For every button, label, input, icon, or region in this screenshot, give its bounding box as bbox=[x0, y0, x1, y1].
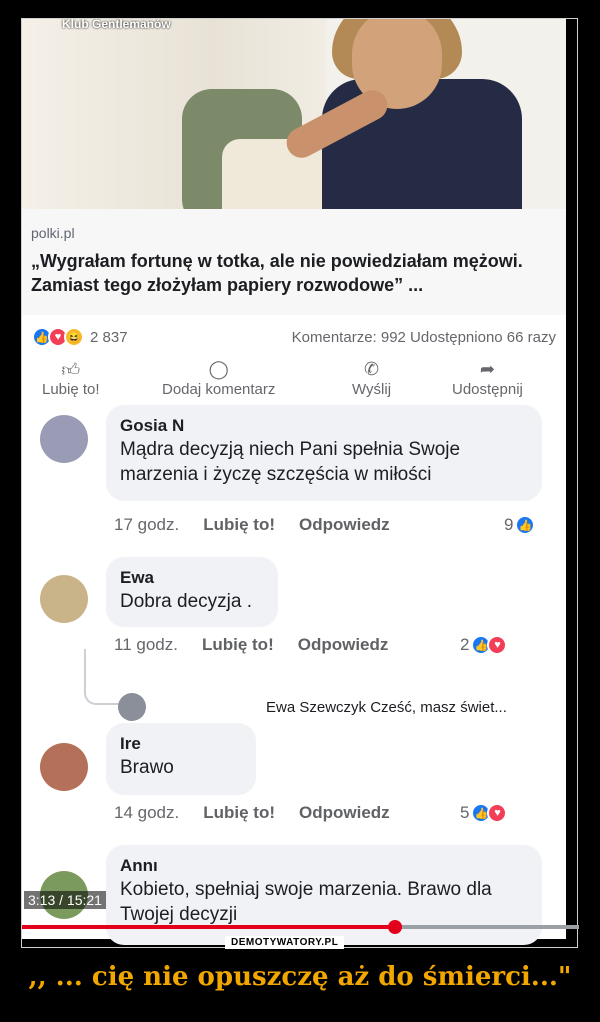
comment-bubble: Ewa Dobra decyzja . bbox=[106, 557, 278, 627]
haha-reaction-icon: 😆 bbox=[64, 327, 84, 347]
video-progress-bar[interactable] bbox=[22, 920, 579, 934]
share-icon: ➦ bbox=[479, 359, 495, 379]
reaction-count: 2 837 bbox=[90, 328, 128, 346]
comment-button[interactable]: ◯ Dodaj komentarz bbox=[162, 359, 275, 398]
watermark: DEMOTYWATORY.PL bbox=[225, 936, 345, 949]
comment-meta: 17 godz. Lubię to! Odpowiedz bbox=[114, 515, 414, 535]
link-domain: polki.pl bbox=[31, 225, 75, 241]
reply-preview-text: Ewa Szewczyk Cześć, masz świet... bbox=[266, 698, 507, 716]
comment-text: Kobieto, spełniaj swoje marzenia. Brawo … bbox=[120, 879, 492, 925]
avatar[interactable] bbox=[40, 575, 88, 623]
comment-bubble: Gosia N Mądra decyzją niech Pani spełnia… bbox=[106, 405, 542, 501]
comment-time: 17 godz. bbox=[114, 515, 180, 534]
comment-reaction-count: 2 bbox=[460, 635, 470, 654]
comments-shares-count[interactable]: Komentarze: 992 Udostępniono 66 razy bbox=[292, 329, 556, 346]
avatar bbox=[118, 693, 146, 721]
link-headline[interactable]: „Wygrałam fortunę w totka, ale nie powie… bbox=[31, 249, 551, 297]
video-timestamp: 3:13 / 15:21 bbox=[24, 891, 106, 909]
comment-like-button[interactable]: Lubię to! bbox=[203, 803, 275, 823]
comment-like-button[interactable]: Lubię to! bbox=[203, 515, 275, 535]
love-reaction-icon: ♥ bbox=[487, 803, 508, 823]
love-reaction-icon: ♥ bbox=[487, 635, 508, 655]
comment-meta: 14 godz. Lubię to! Odpowiedz bbox=[114, 803, 414, 823]
reply-preview[interactable]: Ewa Szewczyk Cześć, masz świet... bbox=[118, 693, 507, 721]
comment-author[interactable]: Gosia N bbox=[120, 415, 528, 437]
avatar[interactable] bbox=[40, 415, 88, 463]
comment-author[interactable]: Ewa bbox=[120, 567, 264, 589]
avatar[interactable] bbox=[40, 743, 88, 791]
comment-reaction-count: 9 bbox=[504, 515, 514, 534]
comment-author[interactable]: Ire bbox=[120, 733, 242, 755]
post-image[interactable]: Klub Gentlemanów bbox=[22, 19, 566, 209]
link-card[interactable]: polki.pl „Wygrałam fortunę w totka, ale … bbox=[22, 209, 566, 315]
post-stats: 👍 ♥ 😆 2 837 Komentarze: 992 Udostępniono… bbox=[22, 315, 566, 355]
thumbs-up-icon: 👍︎ bbox=[61, 360, 81, 380]
whatsapp-icon: ✆ bbox=[363, 359, 380, 379]
comment-label: Dodaj komentarz bbox=[162, 381, 276, 398]
comment-reactions[interactable]: 5 👍 ♥ bbox=[460, 803, 508, 823]
comments-list: Gosia N Mądra decyzją niech Pani spełnia… bbox=[22, 405, 566, 945]
comment-bubble: Annı Kobieto, spełniaj swoje marzenia. B… bbox=[106, 845, 542, 945]
comment-reply-button[interactable]: Odpowiedz bbox=[299, 515, 390, 535]
comment-text: Dobra decyzja . bbox=[120, 591, 253, 612]
send-label: Wyślij bbox=[352, 381, 392, 398]
comment-reply-button[interactable]: Odpowiedz bbox=[298, 635, 389, 655]
demotivator-frame: Klub Gentlemanów polki.pl „Wygrałam fort… bbox=[21, 18, 579, 948]
comment-bubble: Ire Brawo bbox=[106, 723, 256, 795]
comment-like-button[interactable]: Lubię to! bbox=[202, 635, 274, 655]
like-button[interactable]: 👍︎ Lubię to! bbox=[42, 359, 100, 398]
comment-text: Brawo bbox=[120, 757, 174, 778]
reaction-summary[interactable]: 👍 ♥ 😆 2 837 bbox=[32, 327, 128, 347]
comment-icon: ◯ bbox=[208, 359, 229, 379]
comment-reactions[interactable]: 9 👍 bbox=[504, 515, 536, 535]
video-progress-fill bbox=[22, 925, 396, 929]
like-reaction-icon: 👍 bbox=[515, 515, 536, 535]
comment-text: Mądra decyzją niech Pani spełnia Swoje m… bbox=[120, 439, 461, 485]
comment-time: 14 godz. bbox=[114, 803, 180, 822]
like-label: Lubię to! bbox=[42, 381, 100, 398]
share-button[interactable]: ➦ Udostępnij bbox=[452, 359, 523, 398]
comment-reaction-count: 5 bbox=[460, 803, 470, 822]
comment-reply-button[interactable]: Odpowiedz bbox=[299, 803, 390, 823]
source-tag: Klub Gentlemanów bbox=[62, 19, 171, 31]
demotivator-caption: ,, ... cię nie opuszczę aż do śmierci...… bbox=[28, 962, 572, 992]
share-label: Udostępnij bbox=[452, 381, 523, 398]
comment-author[interactable]: Annı bbox=[120, 855, 528, 877]
comment-reactions[interactable]: 2 👍 ♥ bbox=[460, 635, 508, 655]
comment-meta: 11 godz. Lubię to! Odpowiedz bbox=[114, 635, 412, 655]
send-button[interactable]: ✆ Wyślij bbox=[352, 359, 391, 398]
